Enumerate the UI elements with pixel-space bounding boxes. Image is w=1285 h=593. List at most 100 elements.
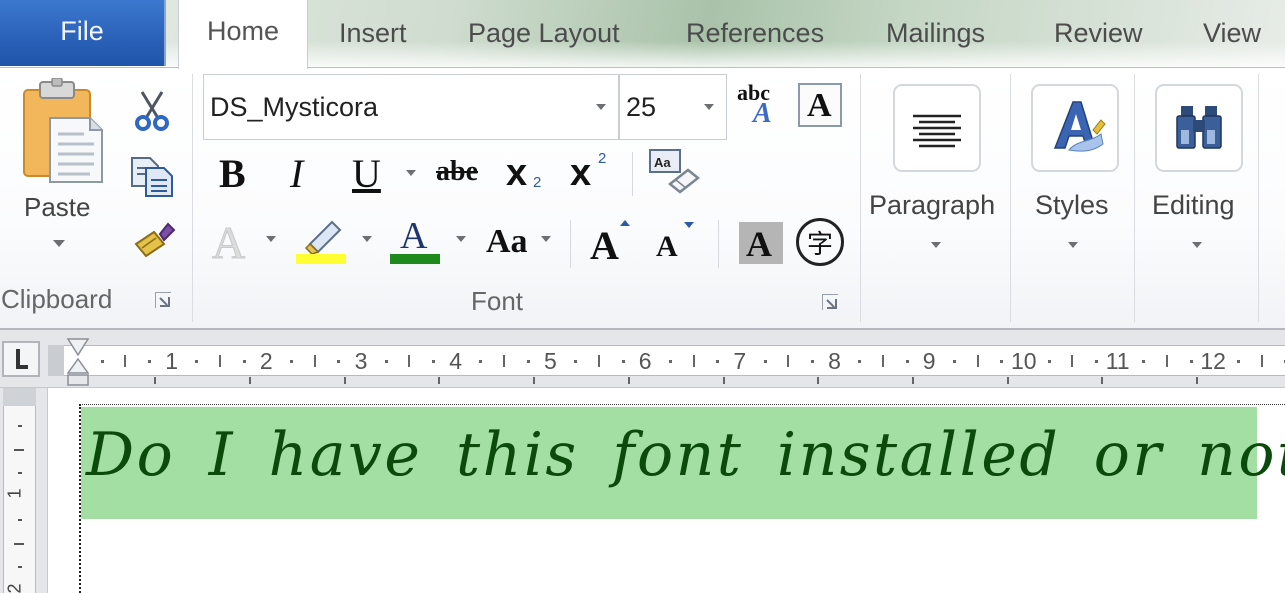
- superscript-index: 2: [598, 150, 607, 167]
- ruler-dot: [858, 360, 862, 363]
- clear-formatting-button[interactable]: Aa: [648, 148, 702, 198]
- group-separator: [1258, 74, 1259, 322]
- highlight-color-swatch: [296, 254, 346, 264]
- font-size-dropdown-caret[interactable]: [704, 104, 714, 110]
- ruler-tick: [1166, 355, 1169, 367]
- tab-home[interactable]: Home: [178, 0, 308, 69]
- styles-button[interactable]: [1031, 84, 1119, 172]
- tab-file[interactable]: File: [0, 0, 166, 66]
- shrink-font-button[interactable]: A: [656, 218, 702, 266]
- font-name-combobox[interactable]: DS_Mysticora: [203, 74, 619, 140]
- default-tab-stop: [249, 377, 252, 384]
- vertical-ruler-margin: [3, 388, 36, 406]
- grow-font-button[interactable]: A: [590, 218, 636, 268]
- character-border-button[interactable]: A: [798, 83, 842, 127]
- font-group-label: Font: [471, 286, 524, 316]
- tab-view[interactable]: View: [1203, 0, 1261, 66]
- ruler-dot: [384, 360, 388, 363]
- ruler-number: 11: [1105, 348, 1130, 374]
- text-effects-button[interactable]: A: [211, 216, 245, 269]
- highlight-color-button[interactable]: [296, 218, 348, 266]
- clear-formatting-icon: Aa: [649, 149, 701, 194]
- ribbon-home: Paste Clipboard DS_Mysticora 25 abc A A …: [0, 68, 1285, 330]
- grow-font-glyph: A: [590, 223, 619, 268]
- highlighter-icon: [304, 220, 342, 255]
- ruler-tick: [503, 355, 506, 367]
- underline-dropdown-caret[interactable]: [406, 170, 416, 176]
- strikethrough-button[interactable]: abe: [436, 156, 478, 188]
- default-tab-stop: [154, 377, 157, 384]
- font-color-dropdown-caret[interactable]: [456, 236, 466, 242]
- font-name-dropdown-caret[interactable]: [596, 104, 606, 110]
- font-name-value: DS_Mysticora: [210, 91, 379, 122]
- character-shading-button[interactable]: A: [739, 222, 783, 264]
- change-case-dropdown-caret[interactable]: [541, 236, 551, 242]
- tab-page-layout[interactable]: Page Layout: [468, 0, 620, 66]
- format-painter-icon[interactable]: [132, 222, 176, 258]
- paragraph-dropdown-caret[interactable]: [931, 242, 941, 248]
- tab-review[interactable]: Review: [1054, 0, 1143, 66]
- text-effects-dropdown-caret[interactable]: [266, 236, 276, 242]
- paste-dropdown-caret[interactable]: [53, 240, 65, 247]
- default-tab-stop: [1101, 377, 1104, 384]
- change-styles-button[interactable]: abc A: [737, 80, 781, 132]
- change-case-button[interactable]: Aa: [486, 223, 528, 261]
- paste-icon[interactable]: [18, 77, 108, 186]
- tab-mailings[interactable]: Mailings: [886, 0, 985, 66]
- ruler-number: 6: [638, 348, 652, 374]
- italic-button[interactable]: I: [290, 150, 303, 197]
- underline-button[interactable]: U: [352, 150, 381, 197]
- default-tab-stop: [533, 377, 536, 384]
- ruler-number: 12: [1200, 348, 1226, 374]
- ruler-number: 1: [165, 348, 178, 374]
- ruler-number: 9: [922, 348, 936, 374]
- ruler-dot: [290, 360, 294, 363]
- bold-button[interactable]: B: [219, 150, 246, 197]
- paragraph-button[interactable]: [893, 84, 981, 172]
- ruler-dot: [952, 360, 956, 363]
- enclose-characters-glyph: 字: [806, 229, 833, 260]
- editing-button[interactable]: [1155, 84, 1243, 172]
- ruler-tick: [313, 355, 316, 367]
- ruler-strip: [64, 345, 1285, 376]
- ruler-dot: [1047, 360, 1051, 363]
- font-color-button[interactable]: A: [390, 214, 442, 266]
- svg-text:Aa: Aa: [654, 155, 671, 170]
- ruler-tick: [1260, 355, 1263, 367]
- font-dialog-launcher[interactable]: [822, 294, 838, 310]
- styles-dropdown-caret[interactable]: [1068, 242, 1078, 248]
- ruler-dot: [763, 360, 767, 363]
- tab-stop-selector[interactable]: [2, 341, 40, 377]
- toolbar-separator: [570, 220, 571, 268]
- default-tab-stop: [343, 377, 346, 384]
- ruler-dot: [905, 360, 909, 363]
- highlight-dropdown-caret[interactable]: [362, 236, 372, 242]
- subscript-button[interactable]: x 2: [506, 152, 550, 196]
- editing-dropdown-caret[interactable]: [1192, 242, 1202, 248]
- document-text[interactable]: Do I have this font installed or not?: [86, 420, 1285, 490]
- paste-button-label[interactable]: Paste: [24, 192, 91, 223]
- enclose-characters-button[interactable]: 字: [796, 218, 844, 266]
- default-tab-stop: [722, 377, 725, 384]
- ruler-tick: [692, 355, 695, 367]
- character-shading-glyph: A: [746, 224, 772, 264]
- group-separator: [192, 74, 193, 322]
- styles-label: Styles: [1035, 190, 1109, 220]
- indent-marker[interactable]: [66, 337, 90, 387]
- ruler-number: 7: [733, 348, 747, 374]
- ruler-dot: [716, 360, 720, 363]
- shrink-arrow-icon: [684, 222, 694, 228]
- vruler-mark: [18, 566, 22, 568]
- default-tab-stop: [627, 377, 630, 384]
- ruler-dot: [1237, 360, 1241, 363]
- cut-icon[interactable]: [134, 90, 170, 132]
- ruler-dot: [1142, 360, 1146, 363]
- copy-icon[interactable]: [130, 156, 176, 198]
- ruler-tick: [408, 355, 411, 367]
- tab-insert[interactable]: Insert: [339, 0, 407, 66]
- ruler-dot: [432, 360, 436, 363]
- clipboard-dialog-launcher[interactable]: [155, 292, 171, 308]
- styles-icon: [1053, 101, 1106, 152]
- tab-references[interactable]: References: [686, 0, 824, 66]
- superscript-button[interactable]: x 2: [570, 150, 614, 196]
